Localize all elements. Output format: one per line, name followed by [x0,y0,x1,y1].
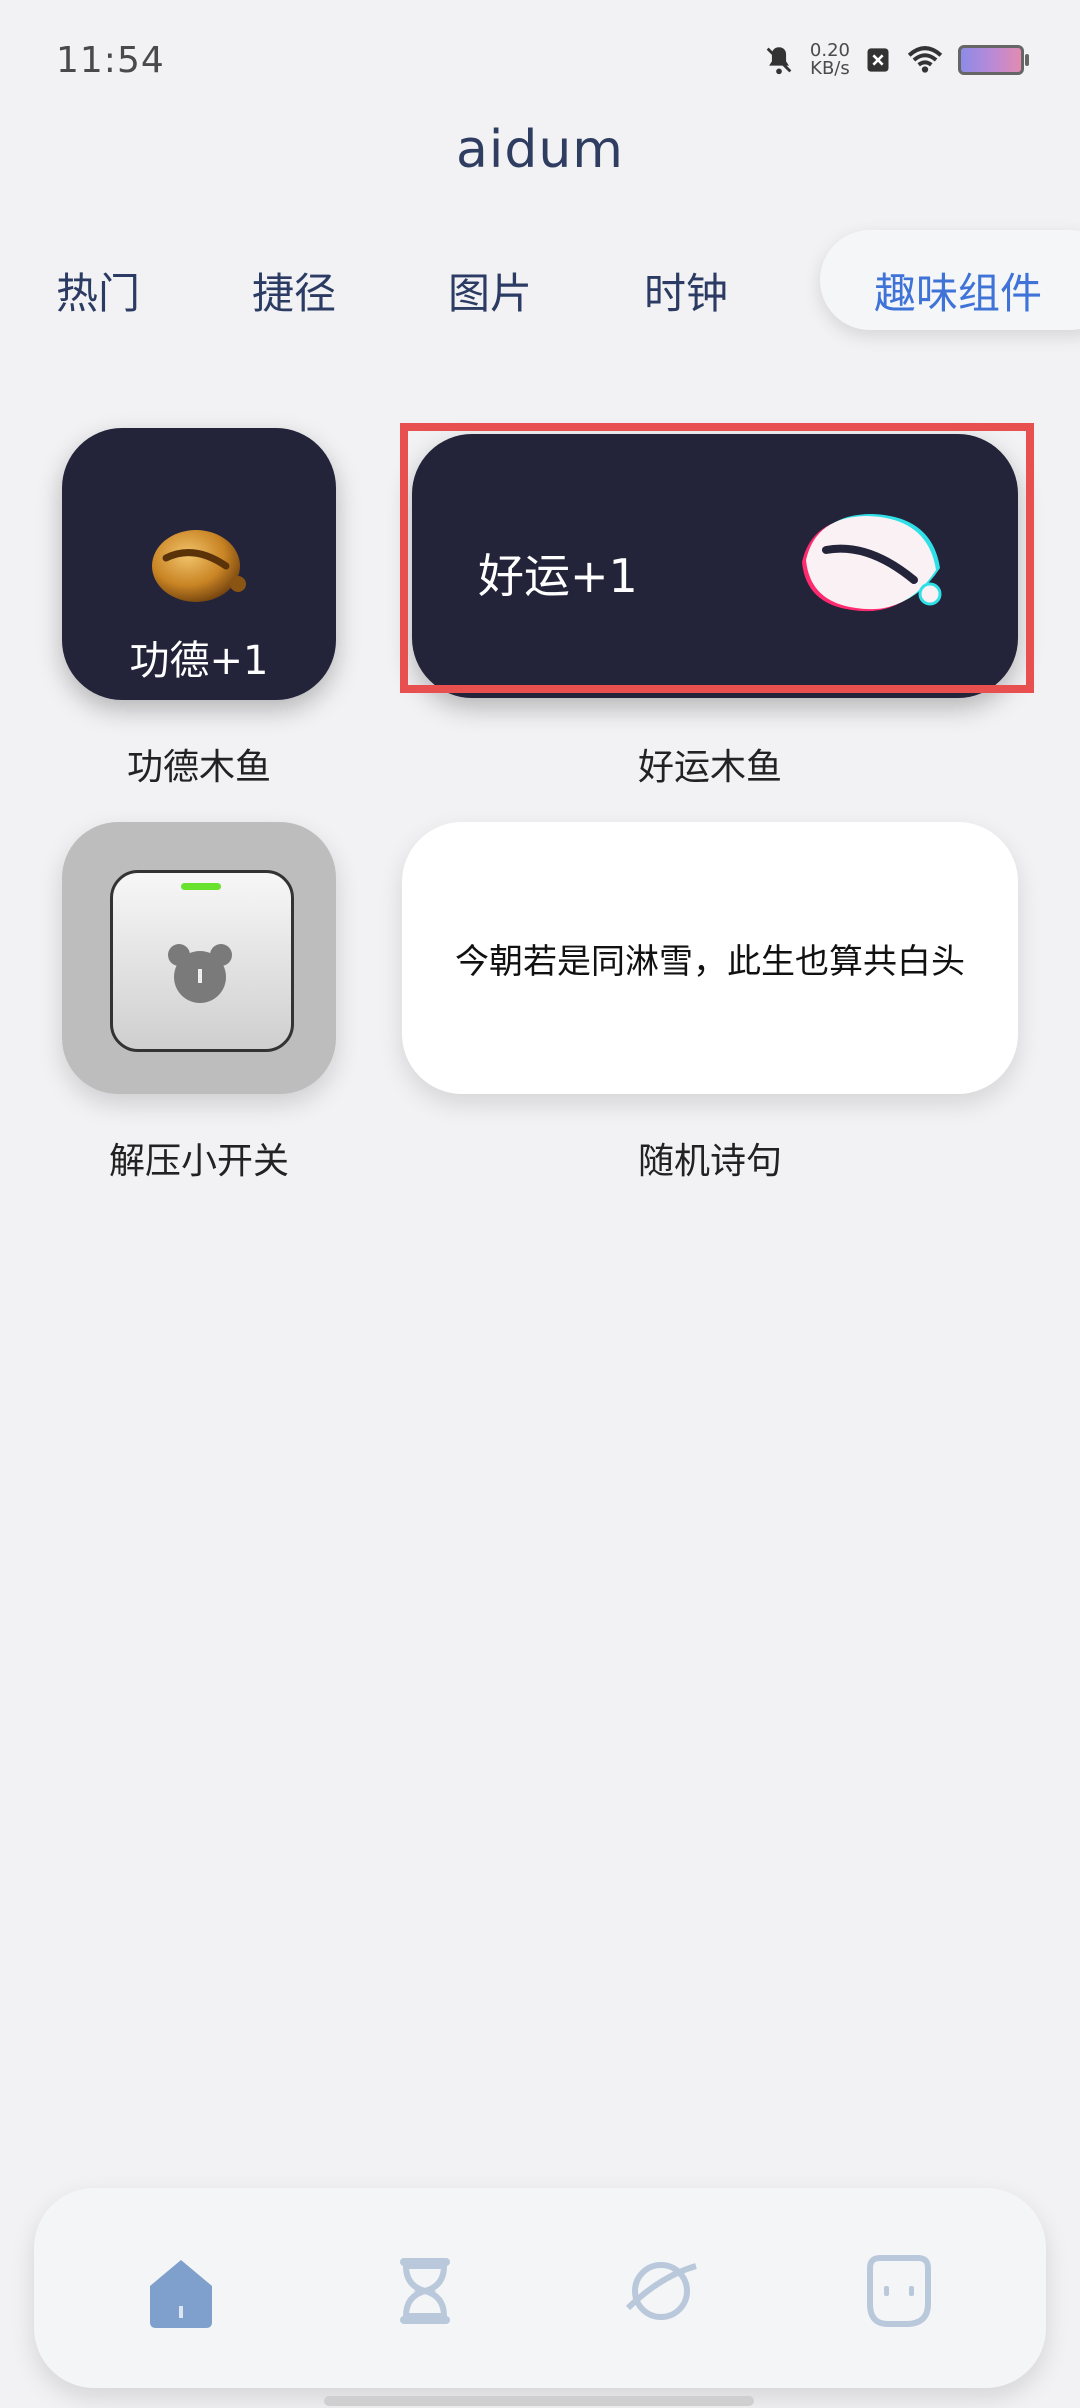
bear-icon [168,944,232,1003]
merit-fish-widget[interactable]: 功德+1 [62,428,336,700]
random-poem-widget[interactable]: 今朝若是同淋雪，此生也算共白头 [402,822,1018,1094]
battery-icon [958,45,1029,75]
bottom-nav [34,2188,1046,2388]
luck-fish-caption: 好运木鱼 [637,747,782,788]
switch-caption: 解压小开关 [108,1141,289,1182]
switch-button[interactable] [110,870,294,1052]
tab-pictures[interactable]: 图片 [448,260,532,321]
home-indicator[interactable] [324,2396,754,2406]
merit-fish-tile-text: 功德+1 [129,638,269,684]
wifi-icon [907,46,943,73]
app-title: aidum [456,120,624,180]
poem-caption: 随机诗句 [637,1141,782,1182]
poem-text: 今朝若是同淋雪，此生也算共白头 [455,942,965,982]
tab-clock[interactable]: 时钟 [644,260,728,321]
stress-switch-widget[interactable] [62,822,336,1094]
network-speed: 0.20 KB/s [810,42,850,78]
ghost-face-icon[interactable] [854,2246,944,2336]
selection-highlight [400,423,1034,693]
tab-hot[interactable]: 热门 [56,260,140,321]
tab-fun-widgets[interactable]: 趣味组件 [874,260,1042,321]
tab-shortcuts[interactable]: 捷径 [252,260,336,321]
status-icons: 0.20 KB/s [762,42,1029,78]
home-icon[interactable] [136,2246,226,2336]
category-tabs: 热门 捷径 图片 时钟 趣味组件 [0,240,1080,330]
hourglass-icon[interactable] [380,2246,470,2336]
status-bar: 11:54 0.20 KB/s [0,0,1080,120]
status-time: 11:54 [56,40,165,81]
sim-off-icon [867,48,889,72]
switch-indicator-led [181,883,221,890]
network-speed-unit: KB/s [810,58,850,79]
mute-bell-icon [766,47,792,75]
wooden-fish-icon [152,530,246,602]
planet-icon[interactable] [616,2246,706,2336]
merit-fish-caption: 功德木鱼 [126,747,271,788]
